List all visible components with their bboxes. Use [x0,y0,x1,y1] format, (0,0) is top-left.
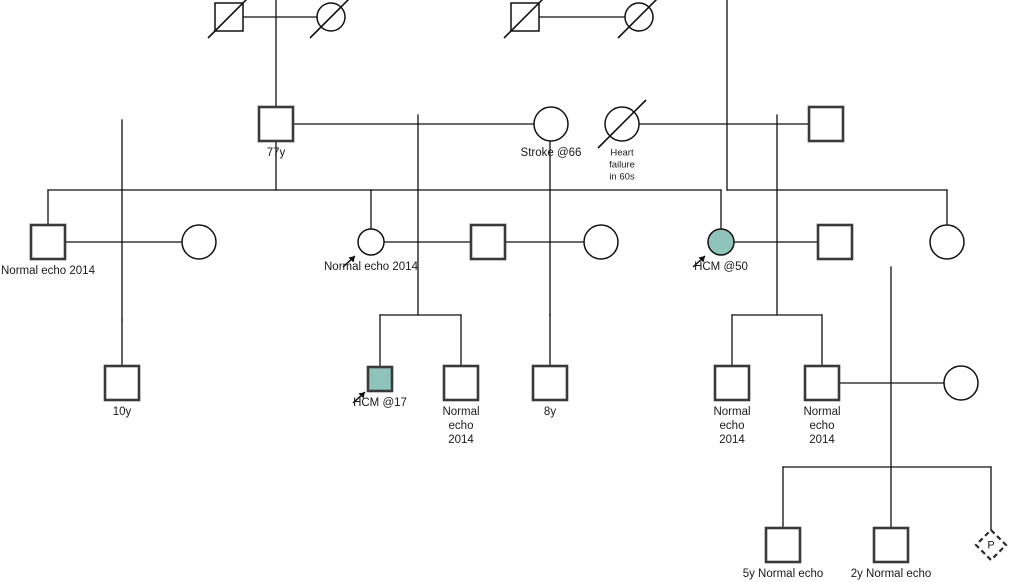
individual-i25[interactable] [872,526,910,564]
male-square[interactable] [531,364,569,402]
individual-label: HCM @17 [353,397,407,409]
female-circle[interactable] [583,224,619,260]
individual-i9[interactable] [29,223,67,261]
individual-label: echo [449,420,474,432]
individual-label: HCM @50 [694,261,748,273]
pregnancy-label: P [987,539,994,551]
individual-label: 2y Normal echo [851,568,932,580]
affected-female-circle[interactable] [707,228,735,256]
individual-symbols-layer: P [29,0,1008,564]
female-circle[interactable] [357,228,385,256]
individual-label: echo [720,420,745,432]
individual-label: 10y [113,406,132,418]
individual-label: 77y [267,147,286,159]
individual-label: Normal [803,406,840,418]
individual-i12[interactable] [469,223,507,261]
male-square[interactable] [807,105,845,143]
individual-i22[interactable] [803,364,841,402]
male-square[interactable] [469,223,507,261]
male-square[interactable] [713,364,751,402]
individual-i17[interactable] [103,364,141,402]
individual-i4[interactable] [617,0,660,39]
individual-label: 2014 [719,434,745,446]
individual-label: Normal echo 2014 [1,265,96,277]
individual-label: Stroke @66 [521,147,582,159]
individual-label: in 60s [609,172,635,183]
individual-i21[interactable] [713,364,751,402]
individual-label: Normal echo 2014 [324,261,419,273]
male-square[interactable] [816,223,854,261]
individual-i10[interactable] [181,224,217,260]
male-square[interactable] [257,105,295,143]
individual-i19[interactable] [442,364,480,402]
individual-i2[interactable] [309,0,352,39]
individual-labels-layer: 77y Stroke @66 Heartfailurein 60s Normal ec… [1,147,931,580]
individual-i13[interactable] [583,224,619,260]
female-circle[interactable] [181,224,217,260]
individual-label: echo [810,420,835,432]
individual-i5[interactable] [257,105,295,143]
individual-label: Normal [442,406,479,418]
affected-male-square[interactable] [366,365,394,393]
pedigree-chart: P 77y Stroke @66 Heart failure in 60s Normal … [0,0,1009,582]
individual-i26[interactable]: P [974,528,1008,562]
male-square[interactable] [29,223,67,261]
male-square[interactable] [442,364,480,402]
female-circle[interactable] [943,365,979,401]
pedigree-canvas: P 77y Stroke @66 Heartfailurein 60s Normal … [1,0,1008,580]
individual-i8[interactable] [807,105,845,143]
individual-label: 8y [544,406,556,418]
individual-i15[interactable] [816,223,854,261]
individual-label: 5y Normal echo [743,568,824,580]
male-square[interactable] [103,364,141,402]
individual-i6[interactable] [533,106,569,142]
male-square[interactable] [872,526,910,564]
individual-i7[interactable] [597,99,647,149]
individual-label: Normal [713,406,750,418]
individual-label: 2014 [809,434,835,446]
individual-i3[interactable] [503,0,546,39]
individual-label: 2014 [448,434,474,446]
male-square[interactable] [803,364,841,402]
male-square[interactable] [764,526,802,564]
individual-i23[interactable] [943,365,979,401]
female-circle[interactable] [929,224,965,260]
individual-i24[interactable] [764,526,802,564]
individual-i20[interactable] [531,364,569,402]
individual-i16[interactable] [929,224,965,260]
connection-lines-layer [47,0,992,531]
individual-label: failure [609,160,635,171]
female-circle[interactable] [533,106,569,142]
individual-label: Heart [610,148,634,159]
individual-i1[interactable] [207,0,250,39]
